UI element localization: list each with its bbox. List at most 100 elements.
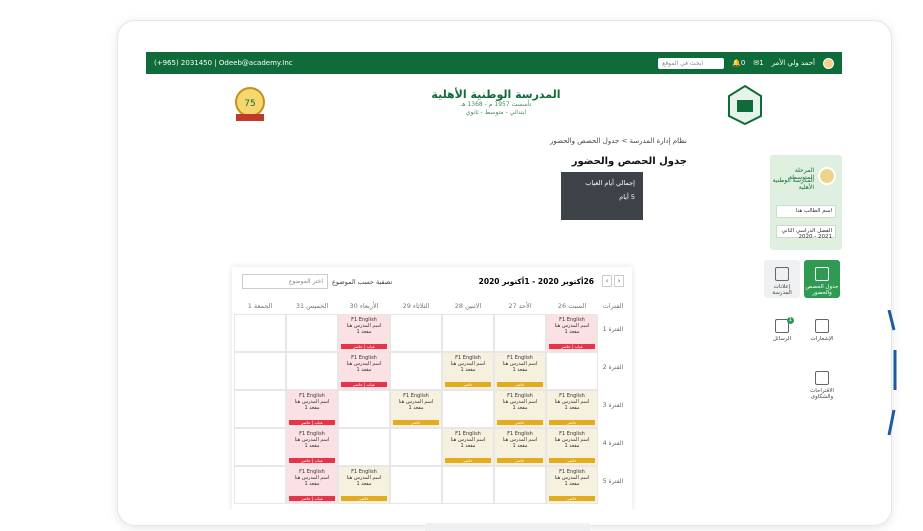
schedule-cell[interactable]: F1 English اسم المدرس هنا مقعد 1 حاضر xyxy=(494,352,546,390)
message-badge: 1 xyxy=(787,317,794,324)
attendance-tag: غياب | حاضر xyxy=(341,344,387,349)
term-select[interactable]: الفصل الدراسي الثاني 2021 - 2020 xyxy=(776,225,836,240)
schedule-cell xyxy=(338,390,390,428)
nav-tiles: جدول الحصص والحضور إعلانات المدرسة الإشع… xyxy=(762,260,842,460)
attendance-tag: غياب | حاضر xyxy=(549,344,595,349)
schedule-cell xyxy=(390,466,442,504)
next-week-button[interactable]: › xyxy=(614,275,624,287)
class-info: F1 English اسم المدرس هنا مقعد 1 xyxy=(346,317,382,335)
schedule-cell xyxy=(234,352,286,390)
tablet-stand xyxy=(425,523,590,531)
lightbulb-icon xyxy=(815,371,829,385)
period-label: الفترة 4 xyxy=(602,440,624,447)
schedule-cell[interactable]: F1 English اسم المدرس هنا مقعد 1 حاضر xyxy=(390,390,442,428)
schedule-cell[interactable]: F1 English اسم المدرس هنا مقعد 1 حاضر xyxy=(442,428,494,466)
period-label: الفترة 2 xyxy=(602,364,624,371)
schedule-cell[interactable]: F1 English اسم المدرس هنا مقعد 1 غياب | حاض… xyxy=(546,314,598,352)
schedule-cell[interactable]: F1 English اسم المدرس هنا مقعد 1 حاضر xyxy=(494,428,546,466)
school-levels: ابتدائي - متوسط - ثانوي xyxy=(465,109,527,116)
schedule-cell[interactable]: F1 English اسم المدرس هنا مقعد 1 غياب | حاض… xyxy=(338,352,390,390)
subject-select[interactable]: اختر الموضوع xyxy=(242,274,328,289)
class-info: F1 English اسم المدرس هنا مقعد 1 xyxy=(554,431,590,449)
app-screen: (+965) 2031450 | Odeeb@academy.Inc ابحث … xyxy=(146,52,842,509)
class-info: F1 English اسم المدرس هنا مقعد 1 xyxy=(554,393,590,411)
schedule-cell xyxy=(390,428,442,466)
class-info: F1 English اسم المدرس هنا مقعد 1 xyxy=(502,431,538,449)
tile-announcements[interactable]: إعلانات المدرسة xyxy=(764,260,800,298)
attendance-tag: حاضر xyxy=(497,458,543,463)
tile-suggestions[interactable]: الاقتراحات والشكاوى xyxy=(804,364,840,402)
search-input[interactable]: ابحث في الموقع xyxy=(658,57,725,69)
class-info: F1 English اسم المدرس هنا مقعد 1 xyxy=(398,393,434,411)
schedule-cell xyxy=(494,314,546,352)
schedule-cell xyxy=(234,390,286,428)
tile-notifications[interactable]: الإشعارات xyxy=(804,312,840,350)
schedule-cell xyxy=(286,352,338,390)
user-name[interactable]: أحمد ولي الأمر xyxy=(772,59,815,67)
attendance-tag: حاضر xyxy=(497,420,543,425)
day-header: الخميس 31 xyxy=(295,302,329,310)
attendance-tag: غياب | حاضر xyxy=(289,420,335,425)
class-info: F1 English اسم المدرس هنا مقعد 1 xyxy=(502,355,538,373)
mail-icon[interactable]: ✉1 xyxy=(753,59,763,67)
top-bar: (+965) 2031450 | Odeeb@academy.Inc ابحث … xyxy=(146,52,842,74)
schedule-cell xyxy=(442,314,494,352)
schedule-cell[interactable]: F1 English اسم المدرس هنا مقعد 1 حاضر xyxy=(494,390,546,428)
schedule-cell[interactable]: F1 English اسم المدرس هنا مقعد 1 حاضر xyxy=(546,428,598,466)
schedule-cell[interactable]: F1 English اسم المدرس هنا مقعد 1 غياب | حاض… xyxy=(286,466,338,504)
attendance-tag: حاضر xyxy=(445,382,491,387)
absence-value: 5 أيام xyxy=(619,193,635,201)
student-avatar xyxy=(818,167,836,185)
student-select[interactable]: اسم الطالب هنا xyxy=(776,205,836,218)
schedule-header: › ‹ 26أكتوبر 2020 - 1أكتوبر 2020 تصفية ح… xyxy=(232,267,632,297)
avatar[interactable] xyxy=(823,57,834,69)
attendance-tag: غياب | حاضر xyxy=(289,458,335,463)
contact-info: (+965) 2031450 | Odeeb@academy.Inc xyxy=(154,59,293,67)
schedule-cell[interactable]: F1 English اسم المدرس هنا مقعد 1 غياب | حاض… xyxy=(338,314,390,352)
schedule-cell xyxy=(442,466,494,504)
class-info: F1 English اسم المدرس هنا مقعد 1 xyxy=(294,431,330,449)
day-header: الأحد 27 xyxy=(508,302,532,310)
absence-label: إجمالي أيام الغياب xyxy=(585,179,635,187)
breadcrumb[interactable]: نظام إدارة المدرسة > جدول الحصص والحضور xyxy=(550,137,687,145)
class-info: F1 English اسم المدرس هنا مقعد 1 xyxy=(294,393,330,411)
bell-icon xyxy=(815,319,829,333)
bell-icon[interactable]: 🔔0 xyxy=(732,59,745,67)
schedule-cell[interactable]: F1 English اسم المدرس هنا مقعد 1 غياب | حاض… xyxy=(286,428,338,466)
school-name: المدرسة الوطنية الأهلية xyxy=(431,88,561,101)
schedule-cell[interactable]: F1 English اسم المدرس هنا مقعد 1 حاضر xyxy=(546,390,598,428)
attendance-tag: حاضر xyxy=(393,420,439,425)
schedule-cell[interactable]: F1 English اسم المدرس هنا مقعد 1 حاضر xyxy=(338,466,390,504)
prev-week-button[interactable]: ‹ xyxy=(602,275,612,287)
attendance-tag: غياب | حاضر xyxy=(289,496,335,501)
day-header: الأربعاء 30 xyxy=(349,302,379,310)
tile-messages[interactable]: 1 الرسائل xyxy=(764,312,800,350)
class-info: F1 English اسم المدرس هنا مقعد 1 xyxy=(554,317,590,335)
class-info: F1 English اسم المدرس هنا مقعد 1 xyxy=(450,355,486,373)
side-scroll-indicator xyxy=(887,310,897,436)
schedule-cell[interactable]: F1 English اسم المدرس هنا مقعد 1 غياب | حاض… xyxy=(286,390,338,428)
day-header: الثلاثاء 29 xyxy=(402,302,430,310)
class-info: F1 English اسم المدرس هنا مقعد 1 xyxy=(502,393,538,411)
schedule-cell xyxy=(234,428,286,466)
school-logo xyxy=(728,84,762,126)
school-title: المدرسة الوطنية الأهلية تأسست 1957 م - 1… xyxy=(426,88,566,117)
filter-label: تصفية حسب الموضوع xyxy=(332,278,393,286)
attendance-tag: حاضر xyxy=(549,496,595,501)
schedule-cell xyxy=(234,466,286,504)
student-profile-panel: المرحلة المتوسطة المدرسة الوطنية الأهلية… xyxy=(770,155,842,250)
schedule-cell xyxy=(338,428,390,466)
schedule-cell[interactable]: F1 English اسم المدرس هنا مقعد 1 حاضر xyxy=(546,466,598,504)
period-label: الفترة 3 xyxy=(602,402,624,409)
day-header: السبت 26 xyxy=(557,302,587,310)
attendance-tag: حاضر xyxy=(549,420,595,425)
school-header: 75 المدرسة الوطنية الأهلية تأسست 1957 م … xyxy=(146,74,842,149)
class-info: F1 English اسم المدرس هنا مقعد 1 xyxy=(346,469,382,487)
schedule-grid: الفترات السبت 26 الأحد 27 الاثنين 28 الثلاثا… xyxy=(234,302,628,507)
schedule-panel: › ‹ 26أكتوبر 2020 - 1أكتوبر 2020 تصفية ح… xyxy=(232,267,632,509)
emblem-logo: 75 xyxy=(235,87,265,121)
tile-schedule[interactable]: جدول الحصص والحضور xyxy=(804,260,840,298)
schedule-cell xyxy=(286,314,338,352)
class-info: F1 English اسم المدرس هنا مقعد 1 xyxy=(450,431,486,449)
schedule-cell[interactable]: F1 English اسم المدرس هنا مقعد 1 حاضر xyxy=(442,352,494,390)
